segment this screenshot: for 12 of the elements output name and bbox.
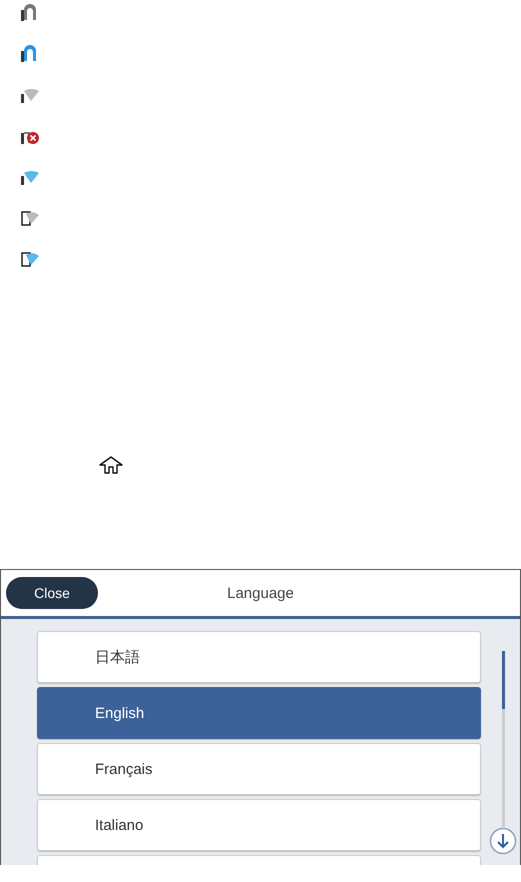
- close-button[interactable]: Close: [6, 577, 98, 609]
- direct-status-icon: [20, 209, 40, 227]
- language-option[interactable]: Italiano: [37, 799, 481, 851]
- language-option[interactable]: 日本語: [37, 631, 481, 683]
- wifi-status-icon: [20, 168, 40, 186]
- language-option[interactable]: English: [37, 687, 481, 739]
- panel-title: Language: [227, 584, 294, 602]
- language-option[interactable]: Français: [37, 743, 481, 795]
- wifi-status-icon: [20, 86, 40, 104]
- home-icon: [98, 456, 124, 474]
- direct-status-icon: [20, 250, 40, 268]
- scroll-down-icon[interactable]: [489, 827, 517, 855]
